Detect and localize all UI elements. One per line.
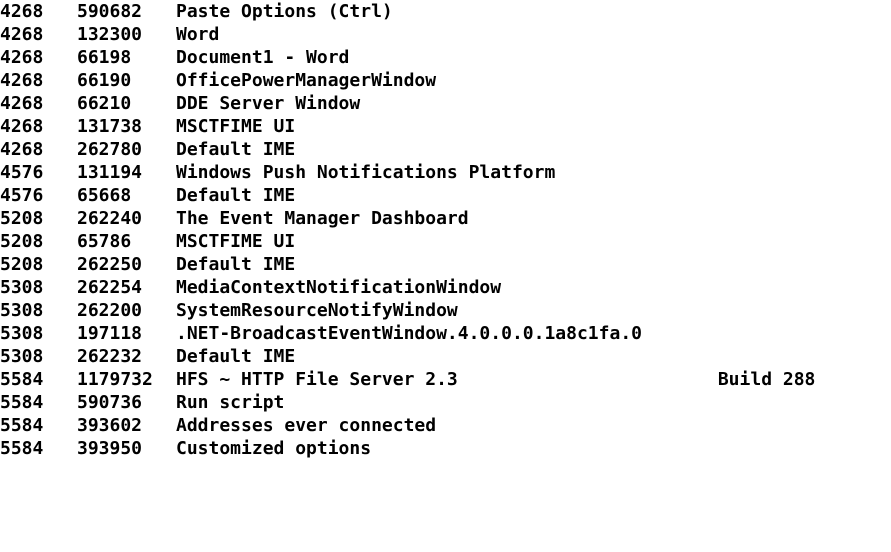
window-list-row: 4268 66210 DDE Server Window (0, 92, 891, 115)
process-id: 4268 (0, 1, 44, 22)
window-handle: 590682 (77, 1, 143, 22)
window-handle: 262250 (77, 254, 143, 275)
window-handle: 65668 (77, 185, 132, 206)
window-list-row: 5584 393950 Customized options (0, 437, 891, 460)
window-title: Run script (176, 392, 285, 413)
window-title: Paste Options (Ctrl) (176, 1, 393, 22)
console-output: 4268 590682 Paste Options (Ctrl) 4268 13… (0, 0, 891, 460)
window-title: Default IME (176, 139, 296, 160)
window-handle: 262254 (77, 277, 143, 298)
process-id: 4268 (0, 24, 44, 45)
process-id: 5308 (0, 300, 44, 321)
window-list-row: 4268 132300 Word (0, 23, 891, 46)
window-handle: 262240 (77, 208, 143, 229)
window-list-row: 5308 262200 SystemResourceNotifyWindow (0, 299, 891, 322)
process-id: 5208 (0, 231, 44, 252)
window-handle: 262232 (77, 346, 143, 367)
window-title: HFS ~ HTTP File Server 2.3 Build 288 (176, 369, 816, 390)
window-list-row: 5208 262250 Default IME (0, 253, 891, 276)
window-handle: 65786 (77, 231, 132, 252)
process-id: 4268 (0, 139, 44, 160)
window-title: Default IME (176, 254, 296, 275)
window-list-row: 5308 262254 MediaContextNotificationWind… (0, 276, 891, 299)
window-handle: 66190 (77, 70, 132, 91)
window-title: The Event Manager Dashboard (176, 208, 469, 229)
process-id: 5208 (0, 208, 44, 229)
process-id: 5308 (0, 277, 44, 298)
window-list-row: 5308 197118 .NET-BroadcastEventWindow.4.… (0, 322, 891, 345)
window-list-row: 4268 131738 MSCTFIME UI (0, 115, 891, 138)
window-title: Windows Push Notifications Platform (176, 162, 556, 183)
window-title: Document1 - Word (176, 47, 350, 68)
process-id: 5584 (0, 392, 44, 413)
window-handle: 132300 (77, 24, 143, 45)
process-id: 4268 (0, 47, 44, 68)
window-list-row: 5208 65786 MSCTFIME UI (0, 230, 891, 253)
process-id: 4576 (0, 162, 44, 183)
window-handle: 197118 (77, 323, 143, 344)
window-list-row: 5584 590736 Run script (0, 391, 891, 414)
window-list-row: 4576 65668 Default IME (0, 184, 891, 207)
window-title: Customized options (176, 438, 372, 459)
window-title: Default IME (176, 346, 296, 367)
process-id: 4268 (0, 116, 44, 137)
window-title: SystemResourceNotifyWindow (176, 300, 458, 321)
window-handle: 262200 (77, 300, 143, 321)
window-list-row: 4268 590682 Paste Options (Ctrl) (0, 0, 891, 23)
process-id: 4268 (0, 70, 44, 91)
window-list-row: 4268 66198 Document1 - Word (0, 46, 891, 69)
window-handle: 590736 (77, 392, 143, 413)
window-title: Default IME (176, 185, 296, 206)
window-title: MediaContextNotificationWindow (176, 277, 502, 298)
window-list-row: 5308 262232 Default IME (0, 345, 891, 368)
window-handle: 393950 (77, 438, 143, 459)
window-title: Addresses ever connected (176, 415, 437, 436)
window-handle: 262780 (77, 139, 143, 160)
window-list-row: 4268 66190 OfficePowerManagerWindow (0, 69, 891, 92)
window-list-row: 4576 131194 Windows Push Notifications P… (0, 161, 891, 184)
process-id: 5584 (0, 438, 44, 459)
process-id: 5584 (0, 415, 44, 436)
window-handle: 66198 (77, 47, 132, 68)
window-title: Word (176, 24, 220, 45)
window-list-row: 4268 262780 Default IME (0, 138, 891, 161)
window-list-row: 5584 1179732 HFS ~ HTTP File Server 2.3 … (0, 368, 891, 391)
window-handle: 131194 (77, 162, 143, 183)
process-id: 5308 (0, 346, 44, 367)
window-handle: 131738 (77, 116, 143, 137)
window-handle: 1179732 (77, 369, 153, 390)
process-id: 5208 (0, 254, 44, 275)
window-title: DDE Server Window (176, 93, 361, 114)
window-list-row: 5584 393602 Addresses ever connected (0, 414, 891, 437)
window-title: OfficePowerManagerWindow (176, 70, 437, 91)
window-handle: 393602 (77, 415, 143, 436)
process-id: 5308 (0, 323, 44, 344)
window-title: .NET-BroadcastEventWindow.4.0.0.0.1a8c1f… (176, 323, 642, 344)
window-list-row: 5208 262240 The Event Manager Dashboard (0, 207, 891, 230)
process-id: 4576 (0, 185, 44, 206)
process-id: 5584 (0, 369, 44, 390)
window-title: MSCTFIME UI (176, 116, 296, 137)
window-title: MSCTFIME UI (176, 231, 296, 252)
window-handle: 66210 (77, 93, 132, 114)
process-id: 4268 (0, 93, 44, 114)
